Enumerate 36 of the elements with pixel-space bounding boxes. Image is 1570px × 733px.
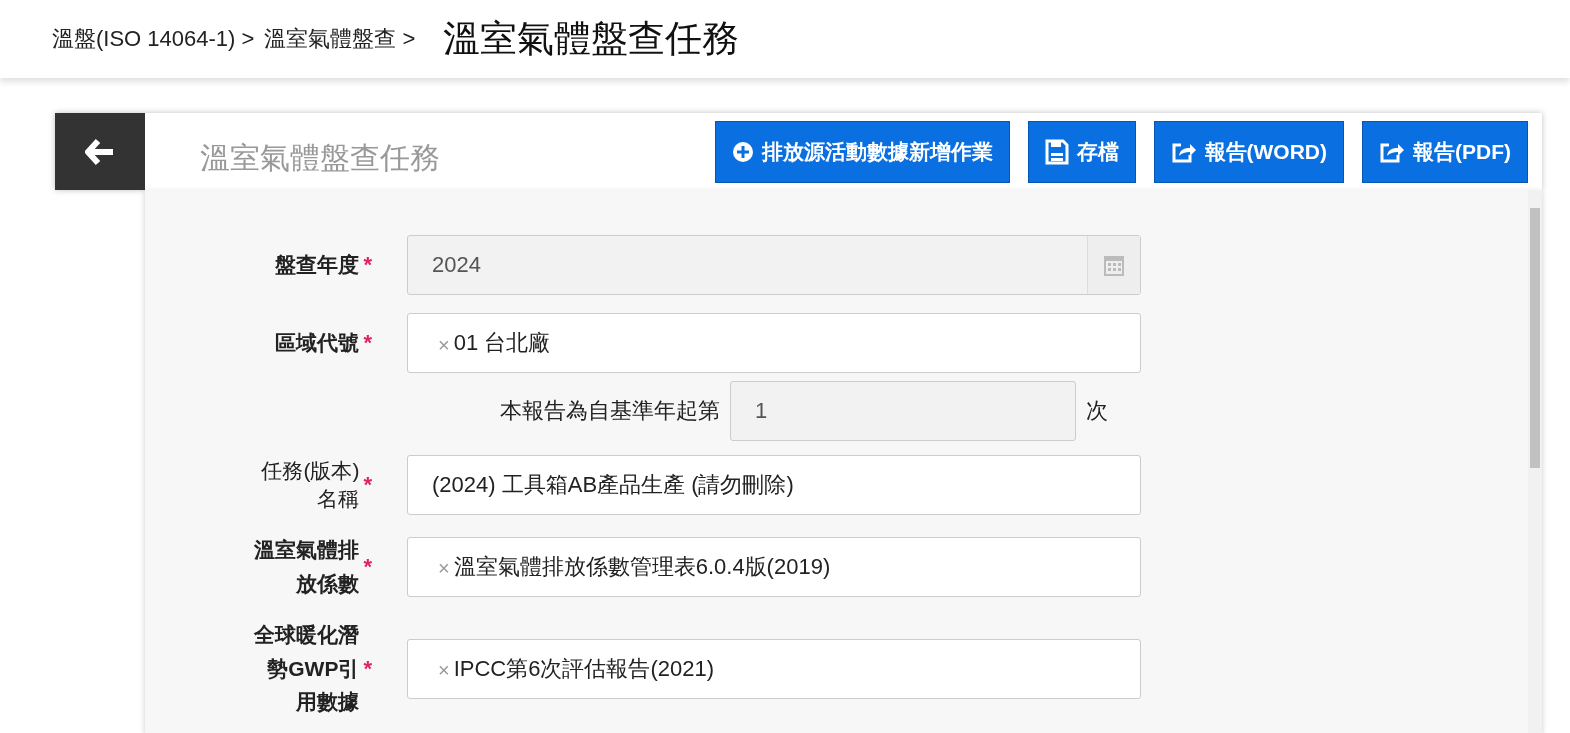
calendar-button[interactable] [1087, 236, 1140, 294]
select-field[interactable]: × IPCC第6次評估報告(2021) [407, 638, 1141, 699]
plus-circle-icon [731, 140, 754, 163]
text-field[interactable]: (2024) 工具箱AB產品生產 (請勿刪除) [407, 455, 1141, 515]
field-label: 任務(版本)名稱 [260, 457, 360, 512]
scrollbar-thumb[interactable] [1530, 208, 1540, 468]
field-label: 全球暖化潛勢GWP引用數據 [253, 622, 360, 716]
panel-title: 溫室氣體盤查任務 [200, 140, 441, 176]
scrollbar[interactable] [1528, 190, 1542, 733]
toolbar-button[interactable]: 排放源活動數據新增作業 [714, 120, 1010, 183]
selected-option: IPCC第6次評估報告(2021) [453, 653, 715, 684]
toolbar-button[interactable]: 報告(PDF) [1362, 120, 1528, 183]
year-field[interactable]: 2024 [407, 235, 1141, 295]
count-field: 1 [730, 381, 1076, 441]
required-marker: * [363, 553, 372, 580]
arrow-left-icon [85, 138, 115, 165]
toolbar-button[interactable]: 報告(WORD) [1153, 120, 1344, 183]
page-title: 溫室氣體盤查任務 [443, 17, 740, 61]
field-label: 盤查年度 [275, 252, 360, 279]
required-marker: * [363, 655, 372, 682]
selected-option: 01 台北廠 [453, 328, 551, 358]
selected-option: 溫室氣體排放係數管理表6.0.4版(2019) [453, 551, 831, 582]
required-marker: * [363, 252, 372, 278]
select-field[interactable]: × 溫室氣體排放係數管理表6.0.4版(2019) [407, 536, 1141, 597]
required-marker: * [363, 472, 372, 498]
required-marker: * [363, 330, 372, 356]
field-label: 溫室氣體排放係數 [253, 537, 360, 597]
counter-unit: 次 [1086, 397, 1108, 425]
breadcrumb-link[interactable]: 溫盤(ISO 14064-1) > [52, 24, 255, 54]
breadcrumb-link[interactable]: 溫室氣體盤查 > [264, 24, 416, 54]
calendar-icon [1103, 253, 1125, 277]
toolbar-button[interactable]: 存檔 [1027, 120, 1136, 183]
field-label: 區域代號 [275, 330, 360, 357]
select-field[interactable]: × 01 台北廠 [407, 313, 1141, 373]
counter-label: 本報告為自基準年起第 [500, 397, 720, 425]
back-button[interactable] [55, 113, 145, 190]
